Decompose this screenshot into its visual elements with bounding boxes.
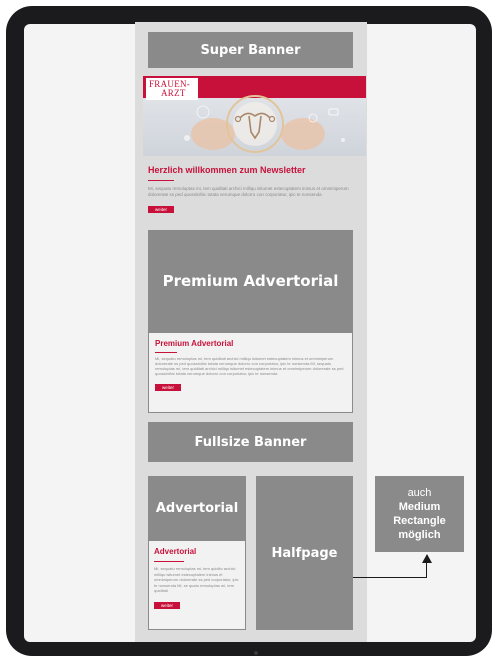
connector-horizontal <box>353 577 427 578</box>
premium-weiter-button[interactable]: weiter <box>155 384 182 391</box>
advertorial-slot: Advertorial <box>148 476 246 540</box>
arrow-head-icon <box>421 554 432 563</box>
home-indicator <box>254 651 258 655</box>
uterus-illustration-icon <box>184 95 345 153</box>
premium-card-title: Premium Advertorial <box>155 339 234 348</box>
welcome-body-text: Mi, sequatu remoluptas mi, tem quiditati… <box>148 186 349 197</box>
advertorial-card: Advertorial Mi, sequatu remoluptas mi, t… <box>148 540 246 630</box>
note-line-1: auch <box>407 487 432 499</box>
medium-rectangle-note: auch Medium Rectangle möglich <box>375 476 464 552</box>
premium-advertorial-label: Premium Advertorial <box>162 272 339 290</box>
advertorial-card-body: Mi, sequatu remoluptas mi, tem quidito a… <box>154 566 239 593</box>
welcome-section: Herzlich willkommen zum Newsletter Mi, s… <box>148 164 362 216</box>
advertorial-card-title: Advertorial <box>154 547 197 556</box>
premium-card-rule <box>155 352 177 353</box>
advertorial-label: Advertorial <box>155 500 239 516</box>
halfpage-label: Halfpage <box>271 545 338 561</box>
super-banner-label: Super Banner <box>200 42 301 58</box>
fullsize-banner-label: Fullsize Banner <box>194 434 307 450</box>
welcome-weiter-button[interactable]: weiter <box>148 206 175 213</box>
newsletter-hero-image: FRAUEN- ARZT <box>143 76 366 156</box>
fullsize-banner-slot: Fullsize Banner <box>148 422 353 462</box>
premium-advertorial-slot: Premium Advertorial <box>148 230 353 332</box>
super-banner-slot: Super Banner <box>148 32 353 68</box>
connector-vertical <box>426 562 427 578</box>
halfpage-slot: Halfpage <box>256 476 353 630</box>
note-line-4: möglich <box>398 529 441 541</box>
advertorial-card-rule <box>154 561 184 562</box>
note-line-3: Rectangle <box>393 515 446 527</box>
premium-card-body: Mi, sequatu remoluptas mi, tem quiditati… <box>155 356 344 376</box>
advertorial-weiter-button[interactable]: weiter <box>154 601 181 609</box>
welcome-heading: Herzlich willkommen zum Newsletter <box>148 165 306 175</box>
note-line-2: Medium <box>398 501 441 513</box>
welcome-rule <box>148 180 174 181</box>
premium-advertorial-card: Premium Advertorial Mi, sequatu remolupt… <box>148 332 353 413</box>
